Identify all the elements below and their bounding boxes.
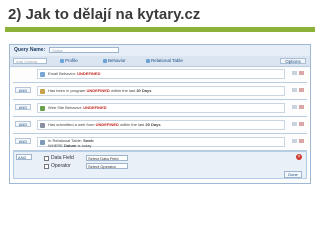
delete-icon[interactable] xyxy=(299,122,304,126)
criteria-box[interactable]: Email Behavior: UNDEFINED xyxy=(37,69,285,79)
behavior-icon xyxy=(103,58,107,63)
operator-select[interactable]: Select Operator xyxy=(86,163,128,169)
delete-icon[interactable] xyxy=(299,139,304,143)
remove-criteria-icon[interactable]: × xyxy=(296,154,302,160)
done-button[interactable]: Done xyxy=(284,171,302,178)
slide-title: 2) Jak to dělají na kytary.cz xyxy=(8,6,201,23)
query-name-label: Query Name: xyxy=(14,47,46,53)
criteria-box[interactable]: In Relational Table: Sweb WHERE Datum is … xyxy=(37,137,285,148)
relational-table-button[interactable]: Relational Table xyxy=(146,58,183,64)
criteria-operator[interactable]: AND xyxy=(15,104,31,110)
edit-icon[interactable] xyxy=(292,105,297,109)
criteria-box[interactable]: Web Site Behavior: UNDEFINED xyxy=(37,103,285,113)
data-field-select[interactable]: Select Data Field xyxy=(86,155,128,161)
edit-icon[interactable] xyxy=(292,122,297,126)
edit-icon[interactable] xyxy=(292,71,297,75)
data-field-label: Data Field xyxy=(51,155,74,161)
delete-icon[interactable] xyxy=(299,105,304,109)
edit-icon[interactable] xyxy=(292,88,297,92)
criteria-operator[interactable]: AND xyxy=(15,87,31,93)
criteria-box[interactable]: Has submitted a web form UNDEFINED withi… xyxy=(37,120,285,130)
criteria-row: Email Behavior: UNDEFINED xyxy=(13,67,307,83)
email-icon xyxy=(40,72,45,77)
criteria-text: Email Behavior: UNDEFINED xyxy=(48,71,101,76)
criteria-row: AND Has submitted a web form UNDEFINED w… xyxy=(13,118,307,134)
profile-button[interactable]: Profile xyxy=(60,58,78,64)
behavior-label: Behavior xyxy=(108,58,126,63)
criteria-text: Has submitted a web form UNDEFINED withi… xyxy=(48,122,161,127)
query-name-input[interactable]: Guitar xyxy=(49,47,119,53)
add-criteria-input[interactable]: Add Criteria xyxy=(13,58,47,64)
toolbar: Add Criteria Profile Behavior Relational… xyxy=(10,56,310,67)
editor-operator-select[interactable]: AND xyxy=(16,154,32,160)
query-builder-panel: Query Name: Guitar Add Criteria Profile … xyxy=(9,44,311,184)
table-icon xyxy=(146,58,150,63)
criteria-operator[interactable]: AND xyxy=(15,138,31,144)
options-button[interactable]: Options xyxy=(280,58,306,64)
relational-table-label: Relational Table xyxy=(151,58,183,63)
person-icon xyxy=(60,58,64,63)
form-icon xyxy=(40,123,45,128)
criteria-text: Web Site Behavior: UNDEFINED xyxy=(48,105,107,110)
profile-label: Profile xyxy=(65,58,78,63)
criteria-row: AND Web Site Behavior: UNDEFINED xyxy=(13,101,307,117)
operator-label: Operator xyxy=(51,163,71,169)
data-field-checkbox[interactable] xyxy=(44,156,49,161)
criteria-row: AND In Relational Table: Sweb WHERE Datum… xyxy=(13,135,307,151)
criteria-text: Has been in program UNDEFINED within the… xyxy=(48,88,152,93)
criteria-row: AND Has been in program UNDEFINED within… xyxy=(13,84,307,100)
criteria-box[interactable]: Has been in program UNDEFINED within the… xyxy=(37,86,285,96)
title-accent-bar xyxy=(5,27,315,32)
delete-icon[interactable] xyxy=(299,71,304,75)
criteria-text: In Relational Table: Sweb WHERE Datum is … xyxy=(48,138,94,148)
behavior-button[interactable]: Behavior xyxy=(103,58,126,64)
edit-icon[interactable] xyxy=(292,139,297,143)
operator-checkbox[interactable] xyxy=(44,164,49,169)
program-icon xyxy=(40,89,45,94)
relational-table-icon xyxy=(40,140,45,145)
criteria-editor-row: AND Data Field Select Data Field Operato… xyxy=(13,151,307,179)
criteria-operator[interactable]: AND xyxy=(15,121,31,127)
delete-icon[interactable] xyxy=(299,88,304,92)
website-icon xyxy=(40,106,45,111)
